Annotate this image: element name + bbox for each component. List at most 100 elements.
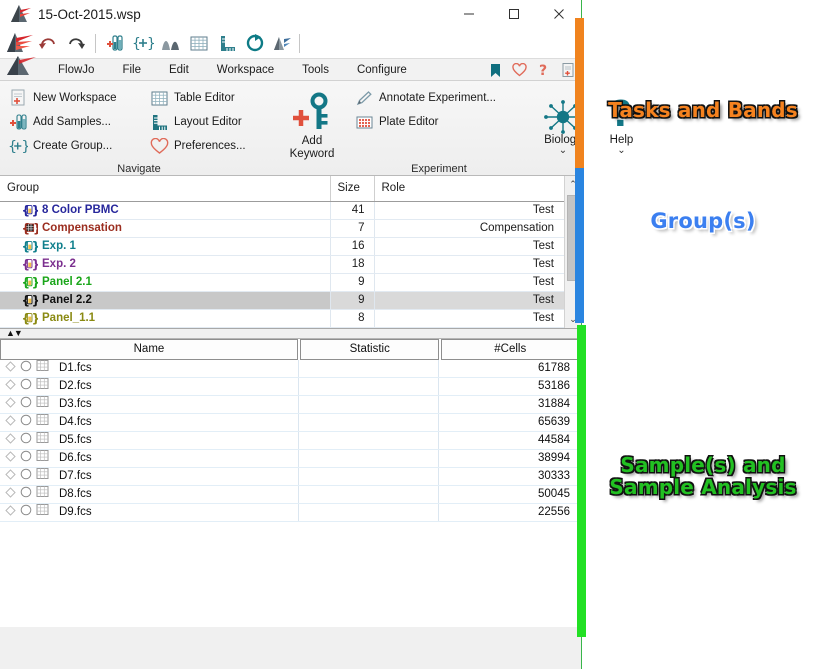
grid-icon[interactable] (36, 413, 49, 431)
group-row-name-cell[interactable]: {}Compensation (0, 219, 330, 237)
panel-splitter[interactable]: ▲ ▼ (0, 329, 581, 339)
group-row-role-cell[interactable]: Test (374, 201, 564, 219)
diamond-icon[interactable] (5, 485, 16, 503)
group-table-row[interactable]: {}Exp. 116Test (0, 237, 564, 255)
group-table-row[interactable]: {}Exp. 218Test (0, 255, 564, 273)
group-row-size-cell[interactable]: 41 (330, 201, 374, 219)
sample-table-row[interactable]: D7.fcs30333 (0, 468, 581, 486)
export-icon[interactable] (269, 30, 296, 56)
create-group-button[interactable]: { } Create Group... (5, 134, 135, 158)
sample-row-statistic-cell[interactable] (299, 360, 439, 377)
circle-icon[interactable] (20, 467, 32, 485)
grid-icon[interactable] (36, 359, 49, 377)
sample-column-header-name[interactable]: Name (0, 339, 298, 360)
minimize-button[interactable] (446, 0, 491, 28)
group-column-header-group[interactable]: Group (0, 176, 330, 201)
sample-table-row[interactable]: D5.fcs 44584 (0, 432, 581, 450)
group-row-role-cell[interactable]: Compensation (374, 219, 564, 237)
question-icon[interactable]: ? (536, 61, 551, 79)
circle-icon[interactable] (20, 359, 32, 377)
sample-table-row[interactable]: D4.fcs65639 (0, 414, 581, 432)
grid-icon[interactable] (36, 467, 49, 485)
sample-row-cells-cell[interactable]: 61788 (439, 360, 579, 377)
diamond-icon[interactable] (5, 467, 16, 485)
group-row-name-cell[interactable]: {}Exp. 2 (0, 255, 330, 273)
table-icon[interactable] (185, 30, 212, 56)
biology-button[interactable]: Biology ⌄ (532, 86, 594, 176)
sample-row-name-cell[interactable]: D2.fcs (0, 378, 299, 395)
group-table-row[interactable]: {}Panel 2.19Test (0, 273, 564, 291)
circle-icon[interactable] (20, 431, 32, 449)
group-row-role-cell[interactable]: Test (374, 237, 564, 255)
diamond-icon[interactable] (5, 431, 16, 449)
sample-table-row[interactable]: D2.fcs 53186 (0, 378, 581, 396)
sample-row-statistic-cell[interactable] (299, 378, 439, 395)
flowjo-logo-icon[interactable] (4, 30, 34, 56)
sample-row-cells-cell[interactable]: 53186 (439, 378, 579, 395)
group-table-row[interactable]: {}Panel_1.18Test (0, 309, 564, 327)
group-row-name-cell[interactable]: {}8 Color PBMC (0, 201, 330, 219)
annotate-experiment-button[interactable]: Annotate Experiment... (351, 86, 527, 110)
add-samples-icon[interactable] (101, 30, 128, 56)
group-row-size-cell[interactable]: 8 (330, 309, 374, 327)
group-row-size-cell[interactable]: 18 (330, 255, 374, 273)
sample-row-name-cell[interactable]: D5.fcs (0, 432, 299, 449)
heart-icon[interactable] (512, 61, 527, 79)
grid-icon[interactable] (36, 503, 49, 521)
new-document-icon[interactable] (560, 61, 575, 79)
redo-icon[interactable] (62, 30, 89, 56)
triangle-up-icon[interactable]: ▲ (6, 329, 14, 338)
menu-item-flowjo[interactable]: FlowJo (44, 59, 108, 81)
preferences-button[interactable]: Preferences... (146, 134, 273, 158)
group-row-role-cell[interactable]: Test (374, 255, 564, 273)
sample-row-statistic-cell[interactable] (299, 504, 439, 521)
group-row-size-cell[interactable]: 9 (330, 273, 374, 291)
circle-icon[interactable] (20, 485, 32, 503)
grid-icon[interactable] (36, 449, 49, 467)
circle-icon[interactable] (20, 413, 32, 431)
sample-row-cells-cell[interactable]: 31884 (439, 396, 579, 413)
maximize-button[interactable] (491, 0, 536, 28)
group-row-name-cell[interactable]: {}Panel 2.2 (0, 291, 330, 309)
circle-icon[interactable] (20, 377, 32, 395)
add-samples-button[interactable]: Add Samples... (5, 110, 135, 134)
circle-icon[interactable] (20, 449, 32, 467)
bookmark-icon[interactable] (488, 61, 503, 79)
diamond-icon[interactable] (5, 449, 16, 467)
group-row-role-cell[interactable]: Test (374, 291, 564, 309)
group-row-name-cell[interactable]: {}Panel_1.1 (0, 309, 330, 327)
diamond-icon[interactable] (5, 413, 16, 431)
sample-row-statistic-cell[interactable] (299, 468, 439, 485)
group-row-size-cell[interactable]: 16 (330, 237, 374, 255)
sample-row-cells-cell[interactable]: 44584 (439, 432, 579, 449)
sample-table-row[interactable]: D3.fcs31884 (0, 396, 581, 414)
menu-item-edit[interactable]: Edit (155, 59, 203, 81)
sample-row-name-cell[interactable]: D1.fcs (0, 360, 299, 377)
triangle-down-icon[interactable]: ▼ (14, 329, 22, 338)
group-row-size-cell[interactable]: 7 (330, 219, 374, 237)
sample-row-cells-cell[interactable]: 50045 (439, 486, 579, 503)
group-row-role-cell[interactable]: Test (374, 309, 564, 327)
menu-item-file[interactable]: File (108, 59, 155, 81)
layout-editor-button[interactable]: Layout Editor (146, 110, 273, 134)
menu-item-tools[interactable]: Tools (288, 59, 343, 81)
group-column-header-size[interactable]: Size (330, 176, 374, 201)
group-table-row[interactable]: {}8 Color PBMC41Test (0, 201, 564, 219)
group-row-size-cell[interactable]: 9 (330, 291, 374, 309)
chevron-down-icon[interactable]: ⌄ (559, 147, 567, 155)
menu-item-configure[interactable]: Configure (343, 59, 421, 81)
diamond-icon[interactable] (5, 377, 16, 395)
sample-row-name-cell[interactable]: D8.fcs (0, 486, 299, 503)
sample-row-statistic-cell[interactable] (299, 432, 439, 449)
table-editor-button[interactable]: Table Editor (146, 86, 273, 110)
diamond-icon[interactable] (5, 503, 16, 521)
sample-column-header-statistic[interactable]: Statistic (300, 339, 440, 360)
group-table-row[interactable]: {}Compensation7Compensation (0, 219, 564, 237)
plot-icon[interactable] (157, 30, 184, 56)
sample-row-statistic-cell[interactable] (299, 396, 439, 413)
create-group-icon[interactable]: { } (129, 30, 156, 56)
group-row-name-cell[interactable]: {}Exp. 1 (0, 237, 330, 255)
diamond-icon[interactable] (5, 395, 16, 413)
undo-icon[interactable] (34, 30, 61, 56)
sample-row-name-cell[interactable]: D6.fcs (0, 450, 299, 467)
